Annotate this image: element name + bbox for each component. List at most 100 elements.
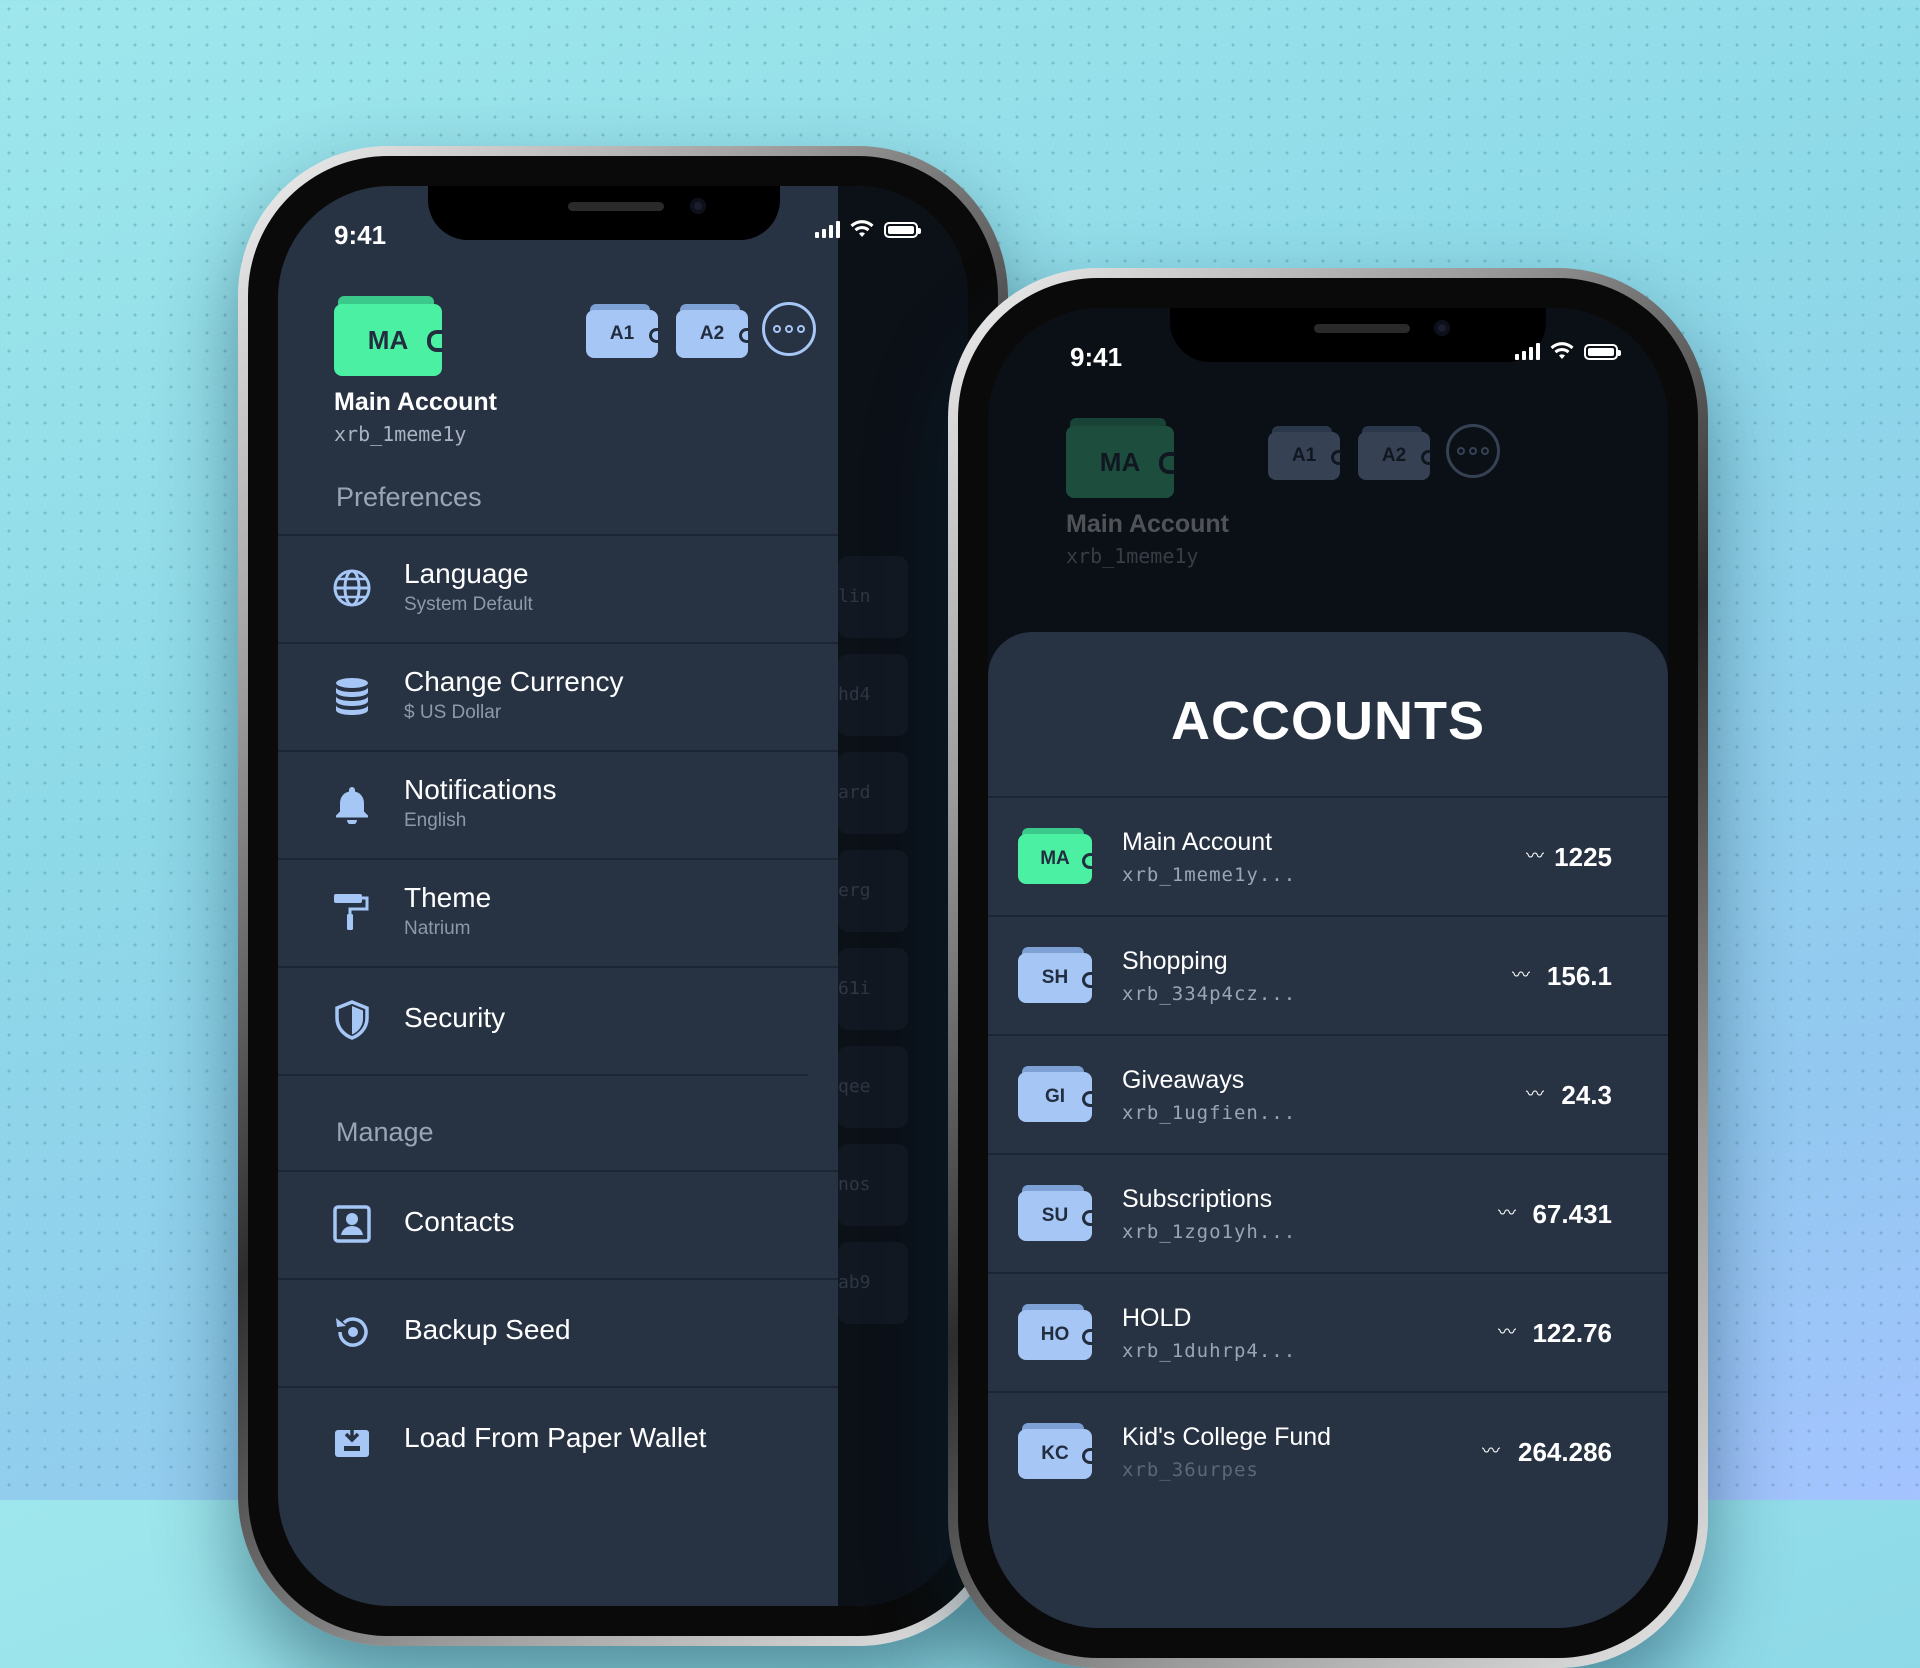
nano-currency-icon: 〰 bbox=[1526, 846, 1544, 866]
wallet-icon: MA bbox=[1018, 828, 1093, 884]
wallet-initials: MA bbox=[1066, 426, 1174, 498]
wallet-icon: SH bbox=[1018, 947, 1093, 1003]
notch bbox=[1170, 308, 1546, 362]
left-phone: 9:41 lin hd4 ard erg 61i qee nos ab9 MA … bbox=[238, 146, 1008, 1646]
peek-text: hd4 bbox=[838, 684, 871, 705]
wallet-icon: KC bbox=[1018, 1423, 1093, 1479]
account-balance: 264.286 bbox=[1518, 1437, 1612, 1467]
account-name: Kid's College Fund bbox=[1122, 1423, 1332, 1451]
peek-text: ab9 bbox=[838, 1272, 871, 1293]
menu-item-contacts[interactable]: Contacts bbox=[278, 1170, 838, 1279]
menu-item-language[interactable]: Language System Default bbox=[278, 534, 838, 643]
coins-icon bbox=[336, 678, 368, 715]
account-row-hold[interactable]: HO HOLD xrb_1duhrp4... 〰 122.76 bbox=[988, 1272, 1668, 1392]
account-address: xrb_1meme1y... bbox=[1122, 864, 1297, 886]
right-phone: 9:41 MA Main Account xrb_1meme1y A1 A2 A… bbox=[948, 268, 1708, 1668]
menu-item-label: Load From Paper Wallet bbox=[404, 1422, 707, 1453]
wifi-icon bbox=[1550, 342, 1574, 359]
account-row-subscriptions[interactable]: SU Subscriptions xrb_1zgo1yh... 〰 67.431 bbox=[988, 1153, 1668, 1273]
nano-currency-icon: 〰 bbox=[1482, 1441, 1500, 1461]
account-address: xrb_1meme1y bbox=[334, 422, 467, 446]
account-a1-wallet-icon[interactable]: A1 bbox=[586, 304, 659, 358]
wallet-initials: HO bbox=[1018, 1310, 1092, 1360]
battery-icon bbox=[1584, 344, 1621, 360]
account-name: Main Account bbox=[334, 388, 497, 416]
account-name: Main Account bbox=[1122, 828, 1273, 856]
signal-icon bbox=[815, 220, 840, 238]
more-accounts-button[interactable] bbox=[762, 302, 816, 356]
signal-icon bbox=[1515, 342, 1540, 360]
account-row-kids-college-fund[interactable]: KC Kid's College Fund xrb_36urpes 〰 264.… bbox=[988, 1391, 1668, 1511]
wallet-initials: KC bbox=[1018, 1429, 1092, 1479]
status-icons bbox=[815, 220, 921, 238]
account-address: xrb_334p4cz... bbox=[1122, 983, 1297, 1005]
peek-text: ard bbox=[838, 782, 871, 803]
peek-text: erg bbox=[838, 880, 871, 901]
account-name: Giveaways bbox=[1122, 1066, 1245, 1094]
account-balance: 24.3 bbox=[1561, 1080, 1612, 1110]
account-address: xrb_36urpes bbox=[1122, 1459, 1259, 1481]
wallet-initials: MA bbox=[1018, 834, 1092, 884]
menu-item-label: Language bbox=[404, 558, 529, 589]
wallet-initials: A1 bbox=[586, 310, 658, 358]
left-phone-screen: 9:41 lin hd4 ard erg 61i qee nos ab9 MA … bbox=[278, 186, 968, 1606]
account-balance: 67.431 bbox=[1532, 1199, 1612, 1229]
menu-item-label: Backup Seed bbox=[404, 1314, 571, 1345]
menu-item-security[interactable]: Security bbox=[278, 966, 838, 1075]
wallet-initials: A1 bbox=[1268, 432, 1340, 480]
account-name: HOLD bbox=[1122, 1304, 1192, 1332]
battery-icon bbox=[884, 222, 921, 238]
peek-text: qee bbox=[838, 1076, 871, 1097]
menu-item-subtitle: English bbox=[404, 810, 467, 831]
account-row-giveaways[interactable]: GI Giveaways xrb_1ugfien... 〰 24.3 bbox=[988, 1034, 1668, 1154]
preferences-section-title: Preferences bbox=[336, 482, 482, 512]
main-account-wallet-icon[interactable]: MA bbox=[334, 296, 443, 376]
peek-text: 61i bbox=[838, 978, 871, 999]
menu-item-load-paper-wallet[interactable]: Load From Paper Wallet bbox=[278, 1386, 838, 1495]
menu-item-theme[interactable]: Theme Natrium bbox=[278, 858, 838, 967]
peek-text: lin bbox=[838, 586, 871, 607]
account-a2-wallet-icon[interactable]: A2 bbox=[676, 304, 749, 358]
notch bbox=[428, 186, 780, 240]
menu-item-label: Theme bbox=[404, 882, 492, 913]
wallet-initials: GI bbox=[1018, 1072, 1092, 1122]
account-address: xrb_1zgo1yh... bbox=[1122, 1221, 1297, 1243]
account-row-main[interactable]: MA Main Account xrb_1meme1y... 〰 1225 bbox=[988, 796, 1668, 916]
wallet-initials: SU bbox=[1018, 1191, 1092, 1241]
paint-roller-icon bbox=[334, 894, 369, 930]
menu-item-label: Notifications bbox=[404, 774, 557, 805]
status-icons bbox=[1515, 342, 1621, 360]
menu-item-subtitle: $ US Dollar bbox=[404, 702, 502, 723]
menu-item-label: Contacts bbox=[404, 1206, 515, 1237]
wallet-initials: SH bbox=[1018, 953, 1092, 1003]
wallet-initials: A2 bbox=[676, 310, 748, 358]
menu-item-change-currency[interactable]: Change Currency $ US Dollar bbox=[278, 642, 838, 751]
accounts-sheet: ACCOUNTS MA Main Account xrb_1meme1y... … bbox=[988, 632, 1668, 1628]
account-name: Shopping bbox=[1122, 947, 1228, 975]
wallet-initials: MA bbox=[334, 304, 442, 376]
right-phone-screen: 9:41 MA Main Account xrb_1meme1y A1 A2 A… bbox=[988, 308, 1668, 1628]
nano-currency-icon: 〰 bbox=[1512, 965, 1530, 985]
shield-icon bbox=[335, 1000, 369, 1040]
account-address: xrb_1meme1y bbox=[1066, 544, 1199, 568]
account-row-shopping[interactable]: SH Shopping xrb_334p4cz... 〰 156.1 bbox=[988, 915, 1668, 1035]
wallet-initials: A2 bbox=[1358, 432, 1430, 480]
nano-currency-icon: 〰 bbox=[1498, 1322, 1516, 1342]
divider bbox=[278, 1074, 808, 1076]
more-accounts-button bbox=[1446, 424, 1500, 478]
account-address: xrb_1ugfien... bbox=[1122, 1102, 1297, 1124]
account-balance: 156.1 bbox=[1546, 961, 1612, 991]
wifi-icon bbox=[850, 220, 874, 237]
menu-item-subtitle: System Default bbox=[404, 594, 533, 615]
menu-item-subtitle: Natrium bbox=[404, 918, 471, 939]
manage-section-title: Manage bbox=[336, 1117, 434, 1147]
menu-item-notifications[interactable]: Notifications English bbox=[278, 750, 838, 859]
account-balance: 122.76 bbox=[1532, 1318, 1612, 1348]
accounts-sheet-title: ACCOUNTS bbox=[1171, 691, 1485, 751]
status-time: 9:41 bbox=[334, 220, 387, 250]
globe-icon bbox=[333, 569, 371, 607]
backup-icon bbox=[336, 1317, 368, 1347]
wallet-icon: GI bbox=[1018, 1066, 1093, 1122]
menu-item-backup-seed[interactable]: Backup Seed bbox=[278, 1278, 838, 1387]
peek-text: nos bbox=[838, 1174, 871, 1195]
